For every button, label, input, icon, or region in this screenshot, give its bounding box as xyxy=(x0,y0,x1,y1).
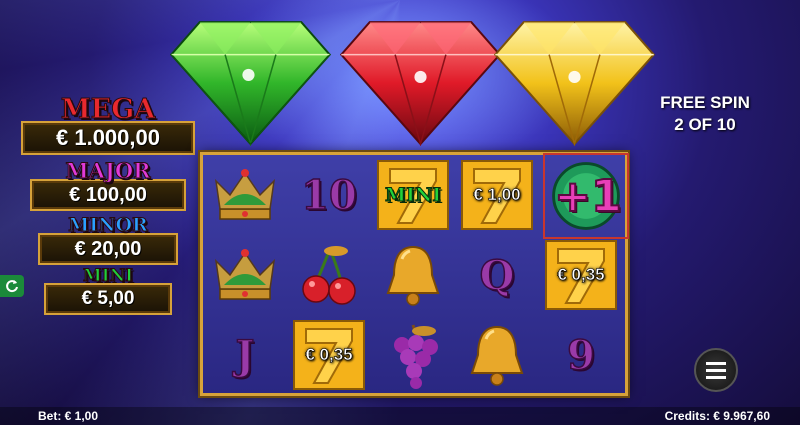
reel-symbol-q: Q xyxy=(479,251,515,300)
prize-value: € 0,35 xyxy=(305,345,353,365)
mini-tag: MINI xyxy=(384,184,442,207)
refresh-icon[interactable] xyxy=(0,275,24,297)
red-diamond-icon xyxy=(338,14,503,147)
jackpot-minor: MINOR € 20,00 xyxy=(38,215,178,265)
prize-value: € 0,35 xyxy=(557,265,605,285)
reel-symbol-10: 10 xyxy=(300,171,357,220)
grapes-icon xyxy=(371,315,455,395)
jackpot-major: MAJOR € 100,00 xyxy=(30,160,186,211)
seven-prize-symbol: € 0,35 xyxy=(539,235,623,315)
hamburger-icon xyxy=(706,360,726,381)
credits-balance: Credits: € 9.967,60 xyxy=(664,409,770,423)
jackpot-mega: MEGA € 1.000,00 xyxy=(20,96,196,155)
jackpot-mini: MINI € 5,00 xyxy=(44,267,172,315)
seven-prize-symbol: € 1,00 xyxy=(455,155,539,235)
plus-one-text: +1 xyxy=(553,170,622,223)
status-bar: Bet: € 1,00 Credits: € 9.967,60 xyxy=(0,407,800,425)
cherries-icon xyxy=(287,235,371,315)
jackpot-mega-value: € 1.000,00 xyxy=(21,121,195,155)
crown-icon xyxy=(203,235,287,315)
seven-prize-symbol: € 0,35 xyxy=(287,315,371,395)
bell-icon xyxy=(371,235,455,315)
bet-amount: Bet: € 1,00 xyxy=(38,409,99,423)
jackpot-mini-value: € 5,00 xyxy=(44,283,172,315)
free-spin-title: FREE SPIN xyxy=(660,93,750,112)
jackpot-major-value: € 100,00 xyxy=(30,179,186,211)
bell-icon xyxy=(455,315,539,395)
free-spin-count: 2 OF 10 xyxy=(674,115,736,134)
seven-mini-symbol: MINI xyxy=(371,155,455,235)
menu-button[interactable] xyxy=(694,348,738,392)
jackpot-mega-label: MEGA xyxy=(60,94,156,125)
reel-symbol-9: 9 xyxy=(566,331,595,380)
reel-symbol-j: J xyxy=(235,331,255,380)
crown-icon xyxy=(203,155,287,235)
free-spin-counter: FREE SPIN 2 OF 10 xyxy=(630,92,780,136)
reel-grid[interactable]: 10 MINI € 1,00 +1 Q € 0,35 J € 0,35 9 xyxy=(200,152,629,396)
jackpot-minor-value: € 20,00 xyxy=(38,233,178,265)
jackpot-major-label: MAJOR xyxy=(65,158,151,183)
prize-value: € 1,00 xyxy=(473,185,521,205)
plus-one-symbol: +1 xyxy=(543,153,629,239)
